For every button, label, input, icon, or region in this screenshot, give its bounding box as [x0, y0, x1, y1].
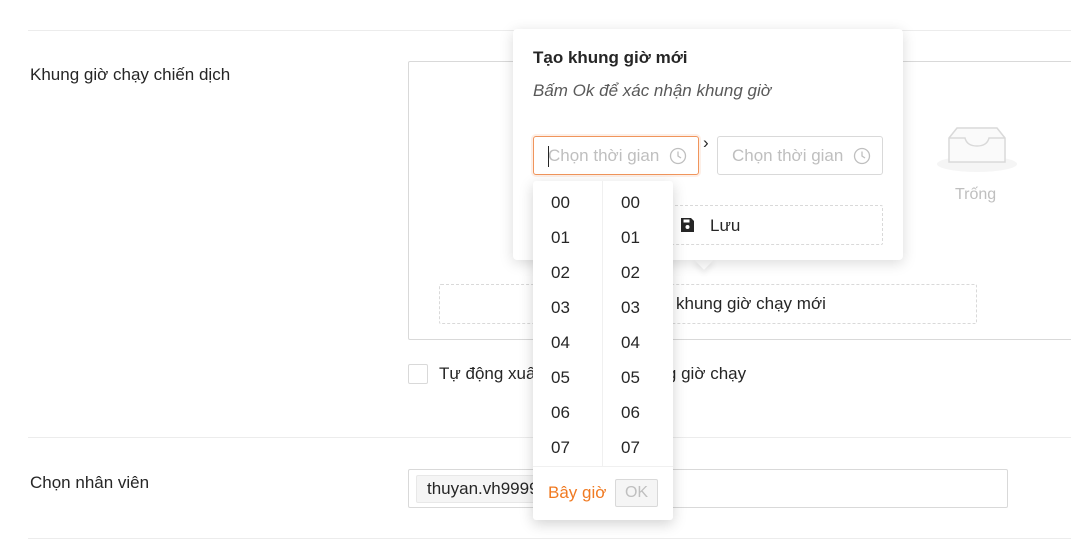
start-time-input[interactable]: Chọn thời gian	[533, 136, 699, 175]
minute-option[interactable]: 06	[603, 395, 673, 430]
add-slot-label: khung giờ chạy mới	[676, 294, 826, 313]
empty-inbox-icon	[937, 127, 1017, 172]
empty-text: Trống	[955, 186, 997, 203]
hour-option[interactable]: 00	[533, 185, 602, 220]
chevron-right-icon: ›	[703, 133, 709, 152]
add-schedule-slot-button[interactable]: khung giờ chạy mới	[439, 284, 977, 324]
hour-option[interactable]: 02	[533, 255, 602, 290]
hour-option[interactable]: 04	[533, 325, 602, 360]
divider-bottom	[28, 538, 1071, 539]
employee-select[interactable]: thuyan.vh9999	[408, 469, 1008, 508]
minute-option[interactable]: 02	[603, 255, 673, 290]
save-icon	[681, 218, 694, 232]
employee-label: Chọn nhân viên	[30, 473, 150, 492]
employee-tag[interactable]: thuyan.vh9999	[416, 475, 550, 503]
end-time-input[interactable]: Chọn thời gian	[717, 136, 883, 175]
minute-option[interactable]: 03	[603, 290, 673, 325]
hour-option[interactable]: 05	[533, 360, 602, 395]
now-link[interactable]: Bây giờ	[548, 483, 606, 503]
hour-option[interactable]: 07	[533, 430, 602, 465]
start-time-placeholder: Chọn thời gian	[548, 146, 660, 165]
hour-option[interactable]: 01	[533, 220, 602, 255]
minute-option[interactable]: 07	[603, 430, 673, 465]
popover-subtitle: Bấm Ok để xác nhận khung giờ	[533, 81, 772, 100]
ok-button[interactable]: OK	[615, 479, 658, 507]
minute-column[interactable]: 00 01 02 03 04 05 06 07	[603, 181, 673, 466]
clock-icon	[669, 147, 687, 165]
text-cursor	[548, 146, 549, 167]
schedule-label: Khung giờ chạy chiến dịch	[30, 65, 231, 84]
popover-title: Tạo khung giờ mới	[533, 48, 688, 67]
end-time-placeholder: Chọn thời gian	[732, 146, 844, 165]
minute-option[interactable]: 01	[603, 220, 673, 255]
minute-option[interactable]: 04	[603, 325, 673, 360]
auto-export-checkbox[interactable]	[408, 364, 428, 384]
minute-option[interactable]: 00	[603, 185, 673, 220]
picker-footer: Bây giờ OK	[533, 466, 673, 520]
save-label: Lưu	[710, 216, 741, 235]
hour-option[interactable]: 03	[533, 290, 602, 325]
auto-export-label-start: Tự động xuấ	[439, 364, 536, 383]
hour-column[interactable]: 00 01 02 03 04 05 06 07	[533, 181, 603, 466]
clock-icon	[853, 147, 871, 165]
minute-option[interactable]: 05	[603, 360, 673, 395]
hour-option[interactable]: 06	[533, 395, 602, 430]
time-picker-dropdown: 00 01 02 03 04 05 06 07 00 01 02 03 04 0…	[533, 181, 673, 520]
